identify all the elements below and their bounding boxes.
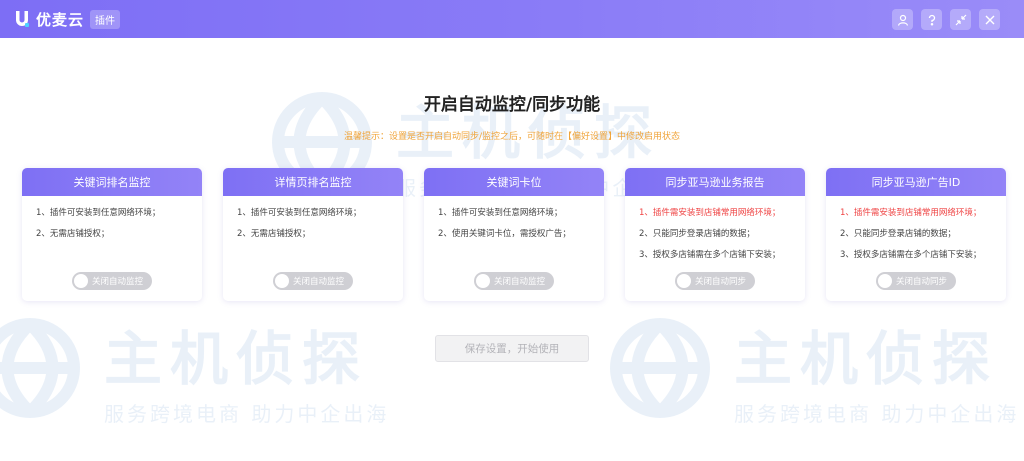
toggle-label: 关闭自动监控 [494, 277, 546, 287]
toggle-knob [74, 274, 88, 288]
auto-sync-toggle[interactable]: 关闭自动同步 [876, 272, 956, 290]
close-button[interactable] [979, 9, 1000, 30]
toggle-label: 关闭自动同步 [695, 277, 747, 287]
list-item: 1、插件需安装到店铺常用网络环境； [639, 208, 781, 218]
auto-monitor-toggle[interactable]: 关闭自动监控 [72, 272, 152, 290]
card-requirements: 1、插件需安装到店铺常用网络环境； 2、只能同步登录店铺的数据； 3、授权多店铺… [826, 196, 1006, 261]
list-item: 1、插件可安装到任意网络环境； [237, 208, 362, 218]
toggle-knob [476, 274, 490, 288]
card-requirements: 1、插件可安装到任意网络环境； 2、使用关键词卡位，需授权广告； [424, 196, 604, 240]
toggle-knob [275, 274, 289, 288]
close-icon [984, 14, 996, 26]
list-item: 2、只能同步登录店铺的数据； [639, 229, 755, 239]
watermark-globe-icon [600, 313, 720, 427]
app-logo-icon [14, 10, 30, 28]
plugin-badge: 插件 [90, 9, 121, 29]
watermark-bottom-right: 主机侦探 服务跨境电商 助力中企出海 [600, 312, 1019, 427]
list-item: 3、授权多店铺需在多个店铺下安装； [639, 250, 781, 260]
card-title: 同步亚马逊业务报告 [625, 168, 805, 196]
notice-text: 温馨提示：设置是否开启自动同步/监控之后，可随时在【偏好设置】中修改启用状态 [343, 132, 681, 142]
page-title: 开启自动监控/同步功能 [423, 95, 601, 115]
card-title: 同步亚马逊广告ID [826, 168, 1006, 196]
minimize-button[interactable] [950, 9, 971, 30]
list-item: 1、插件可安装到任意网络环境； [438, 208, 563, 218]
toggle-knob [677, 274, 691, 288]
card-title: 关键词排名监控 [22, 168, 202, 196]
watermark-slogan: 服务跨境电商 助力中企出海 [734, 402, 1020, 426]
title-bar: 优麦云 插件 [0, 0, 1024, 38]
card-keyword-rank-monitor: 关键词排名监控 1、插件可安装到任意网络环境； 2、无需店铺授权； 关闭自动监控 [22, 168, 202, 301]
window-controls [892, 9, 1000, 30]
list-item: 1、插件需安装到店铺常用网络环境； [840, 208, 982, 218]
card-title: 关键词卡位 [424, 168, 604, 196]
list-item: 2、使用关键词卡位，需授权广告； [438, 229, 571, 239]
card-keyword-slot: 关键词卡位 1、插件可安装到任意网络环境； 2、使用关键词卡位，需授权广告； 关… [424, 168, 604, 301]
card-sync-business-report: 同步亚马逊业务报告 1、插件需安装到店铺常用网络环境； 2、只能同步登录店铺的数… [625, 168, 805, 301]
toggle-label: 关闭自动监控 [92, 277, 144, 287]
card-requirements: 1、插件可安装到任意网络环境； 2、无需店铺授权； [223, 196, 403, 240]
auto-monitor-toggle[interactable]: 关闭自动监控 [474, 272, 554, 290]
list-item: 1、插件可安装到任意网络环境； [36, 208, 161, 218]
list-item: 3、授权多店铺需在多个店铺下安装； [840, 250, 982, 260]
watermark-brand: 主机侦探 [734, 325, 999, 393]
user-icon [897, 14, 909, 26]
save-and-start-button[interactable]: 保存设置，开始使用 [435, 335, 589, 362]
card-title: 详情页排名监控 [223, 168, 403, 196]
card-requirements: 1、插件可安装到任意网络环境； 2、无需店铺授权； [22, 196, 202, 240]
feature-cards: 关键词排名监控 1、插件可安装到任意网络环境； 2、无需店铺授权； 关闭自动监控… [22, 168, 1006, 301]
auto-sync-toggle[interactable]: 关闭自动同步 [675, 272, 755, 290]
help-button[interactable] [921, 9, 942, 30]
watermark-slogan: 服务跨境电商 助力中企出海 [104, 402, 390, 426]
app-logo: 优麦云 插件 [14, 9, 121, 30]
watermark-brand: 主机侦探 [104, 325, 369, 393]
user-button[interactable] [892, 9, 913, 30]
list-item: 2、无需店铺授权； [36, 229, 110, 239]
list-item: 2、无需店铺授权； [237, 229, 311, 239]
toggle-label: 关闭自动监控 [293, 277, 345, 287]
list-item: 2、只能同步登录店铺的数据； [840, 229, 956, 239]
card-requirements: 1、插件需安装到店铺常用网络环境； 2、只能同步登录店铺的数据； 3、授权多店铺… [625, 196, 805, 261]
help-icon [926, 14, 938, 26]
auto-monitor-toggle[interactable]: 关闭自动监控 [273, 272, 353, 290]
watermark-globe-icon [0, 313, 90, 427]
card-detail-page-rank-monitor: 详情页排名监控 1、插件可安装到任意网络环境； 2、无需店铺授权； 关闭自动监控 [223, 168, 403, 301]
toggle-label: 关闭自动同步 [896, 277, 948, 287]
watermark-bottom-left: 主机侦探 服务跨境电商 助力中企出海 [0, 312, 389, 427]
card-sync-ad-id: 同步亚马逊广告ID 1、插件需安装到店铺常用网络环境； 2、只能同步登录店铺的数… [826, 168, 1006, 301]
toggle-knob [878, 274, 892, 288]
app-name: 优麦云 [36, 10, 85, 29]
minimize-icon [955, 14, 967, 26]
